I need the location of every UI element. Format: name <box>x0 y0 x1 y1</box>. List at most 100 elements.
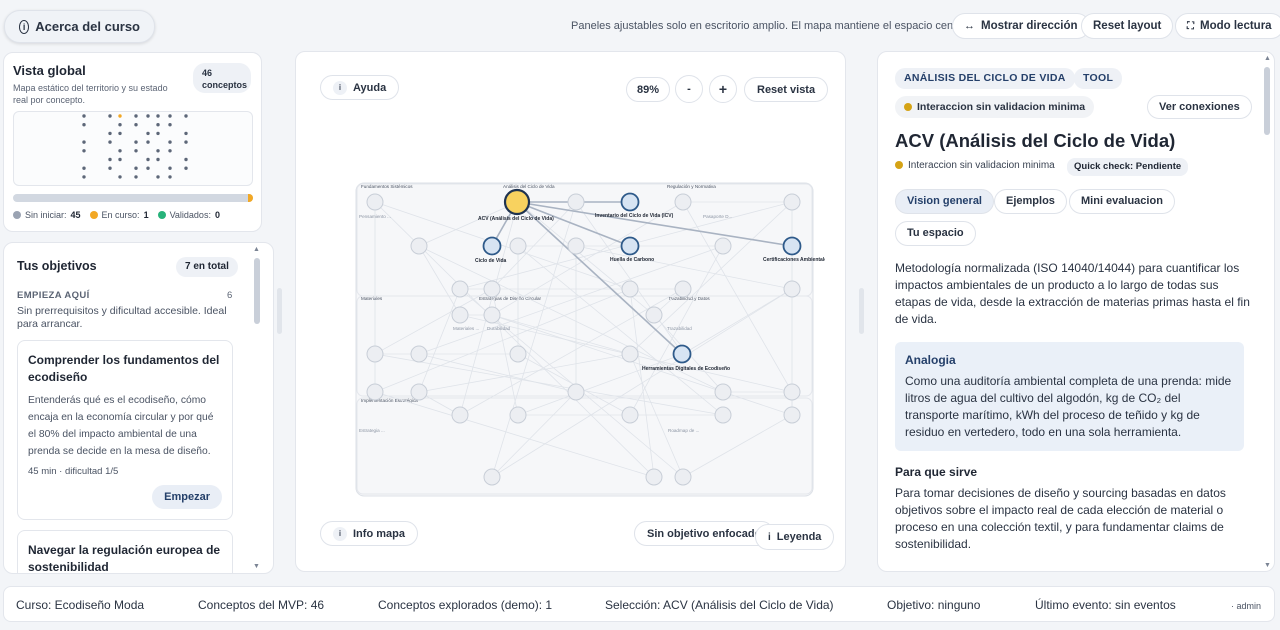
objectives-scrollbar[interactable]: ▲ ▼ <box>253 246 261 570</box>
status-legend: Sin iniciar: 45 En curso: 1 Validados: 0 <box>13 210 220 220</box>
minimap-dot <box>134 140 138 144</box>
map-node <box>509 237 527 255</box>
start-here-description: Sin prerrequisitos y dificultad accesibl… <box>17 305 227 330</box>
minimap-dot <box>118 114 122 118</box>
scroll-down-icon[interactable]: ▼ <box>1264 562 1271 569</box>
minimap-dot <box>156 114 160 118</box>
status-dot-icon <box>895 161 903 169</box>
zoom-out-button[interactable]: - <box>675 75 703 103</box>
concept-map[interactable]: Fundamentos Sistémicos Análisis del Ciclo… <box>355 182 825 502</box>
map-node <box>410 383 428 401</box>
map-node <box>410 345 428 363</box>
footer-course: Curso: Ecodiseño Moda <box>16 598 145 612</box>
related-concept-node <box>482 236 502 256</box>
map-node <box>451 406 469 424</box>
map-info-label: Info mapa <box>353 527 405 540</box>
minimap-dots <box>82 114 188 179</box>
map-node <box>714 383 732 401</box>
legend-no-start: Sin iniciar: 45 <box>13 210 81 220</box>
scroll-up-icon[interactable]: ▲ <box>1264 55 1271 62</box>
info-icon: i <box>768 531 771 543</box>
start-objective-button[interactable]: Empezar <box>152 485 222 509</box>
objective-card[interactable]: Navegar la regulación europea de sosteni… <box>17 530 233 573</box>
reset-layout-button[interactable]: Reset layout <box>1081 13 1174 39</box>
footer-explored: Conceptos explorados (demo): 1 <box>378 598 553 612</box>
purpose-text: Para tomar decisiones de diseño y sourci… <box>895 486 1226 551</box>
minimap-dot <box>168 166 172 170</box>
minimap-dot <box>134 149 138 153</box>
show-direction-button[interactable]: ↔ Mostrar dirección <box>952 13 1090 39</box>
map-node <box>674 280 692 298</box>
map-node <box>674 468 692 486</box>
map-node <box>621 345 639 363</box>
objective-card[interactable]: Comprender los fundamentos del ecodiseño… <box>17 340 233 520</box>
scroll-down-icon[interactable]: ▼ <box>253 563 260 570</box>
legend-no-start-label: Sin iniciar: <box>25 210 67 220</box>
map-node <box>645 468 663 486</box>
zoom-in-button[interactable]: + <box>709 75 737 103</box>
minimap[interactable] <box>13 111 253 186</box>
map-node-label: Herramientas Digitales de Ecodiseño <box>642 366 730 372</box>
concept-description: Metodología normalizada (ISO 14040/14044… <box>895 261 1250 326</box>
map-node-label: Huella de Carbono <box>610 257 654 263</box>
map-node <box>366 383 384 401</box>
minimap-dot <box>108 114 112 118</box>
minimap-dot <box>168 149 172 153</box>
tab-vision-general[interactable]: Vision general <box>895 189 994 214</box>
related-concept-node <box>672 344 692 364</box>
minimap-dot <box>156 175 160 179</box>
left-resize-handle[interactable] <box>277 288 282 334</box>
status-pill-label: Interaccion sin validacion minima <box>917 101 1086 113</box>
legend-label: Leyenda <box>776 531 822 543</box>
minimap-dot <box>118 157 122 162</box>
green-dot-icon <box>157 211 166 219</box>
minimap-dot <box>146 140 150 144</box>
reset-view-button[interactable]: Reset vista <box>744 77 829 102</box>
tab-tu-espacio[interactable]: Tu espacio <box>895 221 976 246</box>
scrollbar-thumb[interactable] <box>1264 67 1270 135</box>
map-node <box>366 345 384 363</box>
minimap-dot <box>108 166 112 170</box>
gray-dot-icon <box>13 211 21 219</box>
map-node <box>714 237 732 255</box>
map-info-button[interactable]: i Info mapa <box>320 521 418 546</box>
map-node <box>783 193 801 211</box>
tab-ejemplos[interactable]: Ejemplos <box>994 189 1067 214</box>
minimap-dot <box>82 140 86 144</box>
minimap-dot <box>146 114 150 118</box>
about-course-button[interactable]: i Acerca del curso <box>4 10 155 43</box>
minimap-dot <box>184 140 188 144</box>
view-connections-button[interactable]: Ver conexiones <box>1147 95 1252 119</box>
help-button[interactable]: i Ayuda <box>320 75 400 100</box>
map-node <box>509 406 527 424</box>
scrollbar-thumb[interactable] <box>254 258 260 324</box>
footer-concepts: Conceptos del MVP: 46 <box>198 598 325 612</box>
map-node <box>451 280 469 298</box>
minimap-dot <box>184 114 188 118</box>
objective-card-description: Entenderás qué es el ecodiseño, cómo enc… <box>28 395 214 457</box>
right-resize-handle[interactable] <box>859 288 864 334</box>
map-node <box>621 280 639 298</box>
concept-status: Interaccion sin validacion minima <box>895 160 1055 171</box>
info-icon: i <box>333 80 347 95</box>
concept-detail-panel: ANÁLISIS DEL CICLO DE VIDA TOOL Interacc… <box>877 51 1275 572</box>
minimap-dot <box>82 123 86 127</box>
start-here-count: 6 <box>227 290 233 301</box>
minimap-dot <box>82 149 86 153</box>
minimap-dot <box>108 131 112 136</box>
map-node <box>567 383 585 401</box>
scroll-up-icon[interactable]: ▲ <box>253 246 260 253</box>
map-node <box>366 193 384 211</box>
focused-objective-button[interactable]: Sin objetivo enfocado <box>634 521 774 546</box>
tab-mini-evaluacion[interactable]: Mini evaluacion <box>1069 189 1175 214</box>
info-icon: i <box>333 526 347 541</box>
footer-last-event: Último evento: sin eventos <box>1035 598 1176 612</box>
map-node-label: Inventario del Ciclo de Vida (ICV) <box>595 213 674 219</box>
reading-mode-button[interactable]: ⛶ Modo lectura <box>1175 13 1280 39</box>
expand-icon: ⛶ <box>1187 20 1194 32</box>
map-node-label: Roadmap de ... <box>668 428 699 433</box>
legend-button[interactable]: i Leyenda <box>755 524 835 550</box>
concepts-count-label: conceptos <box>202 80 248 90</box>
detail-scrollbar[interactable]: ▲ ▼ <box>1263 55 1272 569</box>
concept-title: ACV (Análisis del Ciclo de Vida) <box>895 130 1176 151</box>
